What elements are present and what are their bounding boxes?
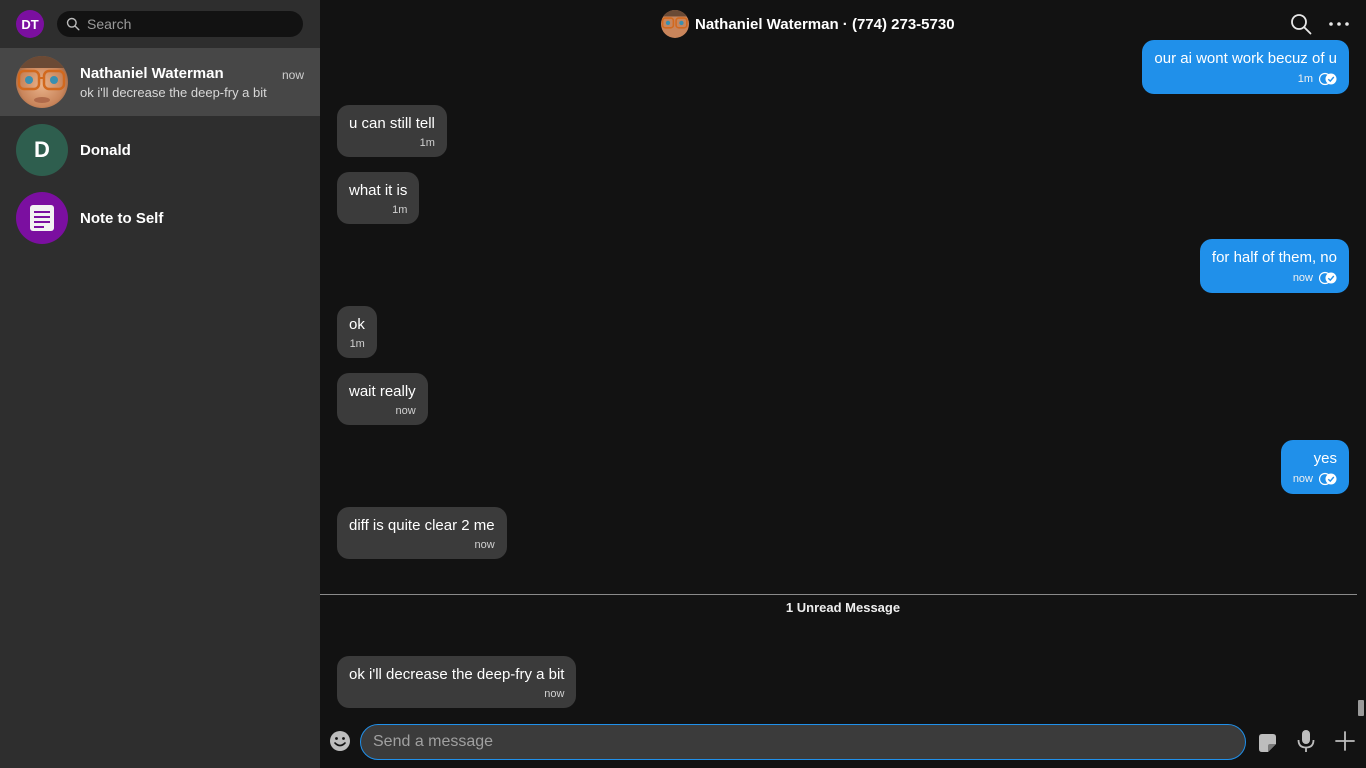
scrollbar-thumb[interactable]	[1358, 700, 1364, 716]
conversation-item-nathaniel-waterman[interactable]: Nathaniel Waterman now ok i'll decrease …	[0, 48, 320, 116]
message-text: wait really	[349, 383, 416, 400]
message-time: now	[474, 539, 495, 551]
message-outgoing[interactable]: yes now	[1280, 440, 1349, 494]
message-time: now	[1292, 473, 1313, 485]
sidebar-header: DT	[0, 0, 320, 48]
message-meta: 1m	[1154, 72, 1337, 86]
conversation-pane: Nathaniel Waterman · (774) 273-5730 our …	[320, 0, 1366, 768]
sticker-icon[interactable]	[1256, 732, 1278, 754]
plus-icon[interactable]	[1334, 730, 1356, 752]
search-icon[interactable]	[1290, 13, 1312, 35]
message-text: ok i'll decrease the deep-fry a bit	[349, 666, 565, 683]
read-check-icon	[1319, 271, 1337, 285]
message-text: diff is quite clear 2 me	[349, 517, 495, 534]
conversation-name: Donald	[80, 142, 131, 159]
message-incoming[interactable]: wait really now	[337, 373, 428, 425]
conversation-item-donald[interactable]: D Donald	[0, 116, 320, 184]
message-outgoing[interactable]: our ai wont work becuz of u 1m	[1142, 40, 1349, 94]
message-time: 1m	[419, 137, 435, 149]
message-time: 1m	[392, 204, 408, 216]
message-meta: now	[1212, 271, 1337, 285]
note-icon	[30, 205, 54, 231]
message-time: now	[544, 688, 565, 700]
avatar-initial: D	[34, 137, 50, 162]
user-avatar[interactable]: DT	[16, 10, 44, 38]
emoji-icon[interactable]	[329, 730, 351, 752]
conversation-name: Nathaniel Waterman	[80, 65, 224, 82]
message-text: our ai wont work becuz of u	[1154, 50, 1337, 67]
message-text: what it is	[349, 182, 408, 199]
message-meta: now	[1293, 472, 1337, 486]
message-text: ok	[349, 316, 365, 333]
message-time: 1m	[349, 338, 365, 350]
search-box[interactable]	[57, 11, 303, 37]
conversation-snippet: ok i'll decrease the deep-fry a bit	[80, 85, 267, 100]
search-icon	[66, 17, 80, 31]
message-text: yes	[1313, 450, 1337, 467]
message-outgoing[interactable]: for half of them, no now	[1199, 239, 1349, 293]
message-incoming[interactable]: ok i'll decrease the deep-fry a bit now	[337, 656, 577, 708]
message-incoming[interactable]: u can still tell 1m	[337, 105, 447, 157]
sidebar: DT Search Nathaniel Waterman now ok i'll…	[0, 0, 320, 768]
contact-avatar: D	[16, 124, 68, 176]
message-time: now	[395, 405, 416, 417]
message-incoming[interactable]: what it is 1m	[337, 172, 420, 224]
message-meta: 1m	[349, 338, 365, 350]
message-meta: now	[349, 405, 416, 417]
more-icon[interactable]	[1328, 13, 1350, 35]
contact-photo-icon	[16, 56, 68, 108]
contact-photo-icon	[661, 10, 689, 38]
message-input[interactable]	[360, 724, 1246, 760]
conversation-title[interactable]: Nathaniel Waterman · (774) 273-5730	[695, 16, 955, 33]
conversation-time: now	[281, 68, 304, 82]
unread-label: 1 Unread Message	[785, 600, 901, 615]
mic-icon[interactable]	[1295, 729, 1317, 753]
conversation-item-note-to-self[interactable]: Note to Self	[0, 184, 320, 252]
message-incoming[interactable]: diff is quite clear 2 me now	[337, 507, 507, 559]
message-text: u can still tell	[349, 115, 435, 132]
message-meta: 1m	[349, 204, 407, 216]
read-check-icon	[1319, 72, 1337, 86]
read-check-icon	[1319, 472, 1337, 486]
message-time: 1m	[1297, 73, 1313, 85]
unread-divider	[320, 594, 1357, 595]
message-incoming[interactable]: ok 1m	[337, 306, 377, 358]
message-meta: 1m	[349, 137, 435, 149]
message-meta: now	[349, 688, 564, 700]
message-composer	[320, 720, 1366, 768]
message-meta: now	[349, 539, 495, 551]
signal-app: DT Search Nathaniel Waterman now ok i'll…	[0, 0, 1366, 768]
conversation-name: Note to Self	[80, 210, 164, 227]
contact-avatar	[16, 56, 68, 108]
message-time: now	[1292, 272, 1313, 284]
message-text: for half of them, no	[1211, 249, 1337, 266]
contact-avatar	[16, 192, 68, 244]
search-input[interactable]	[87, 16, 287, 32]
header-avatar[interactable]	[661, 10, 689, 38]
